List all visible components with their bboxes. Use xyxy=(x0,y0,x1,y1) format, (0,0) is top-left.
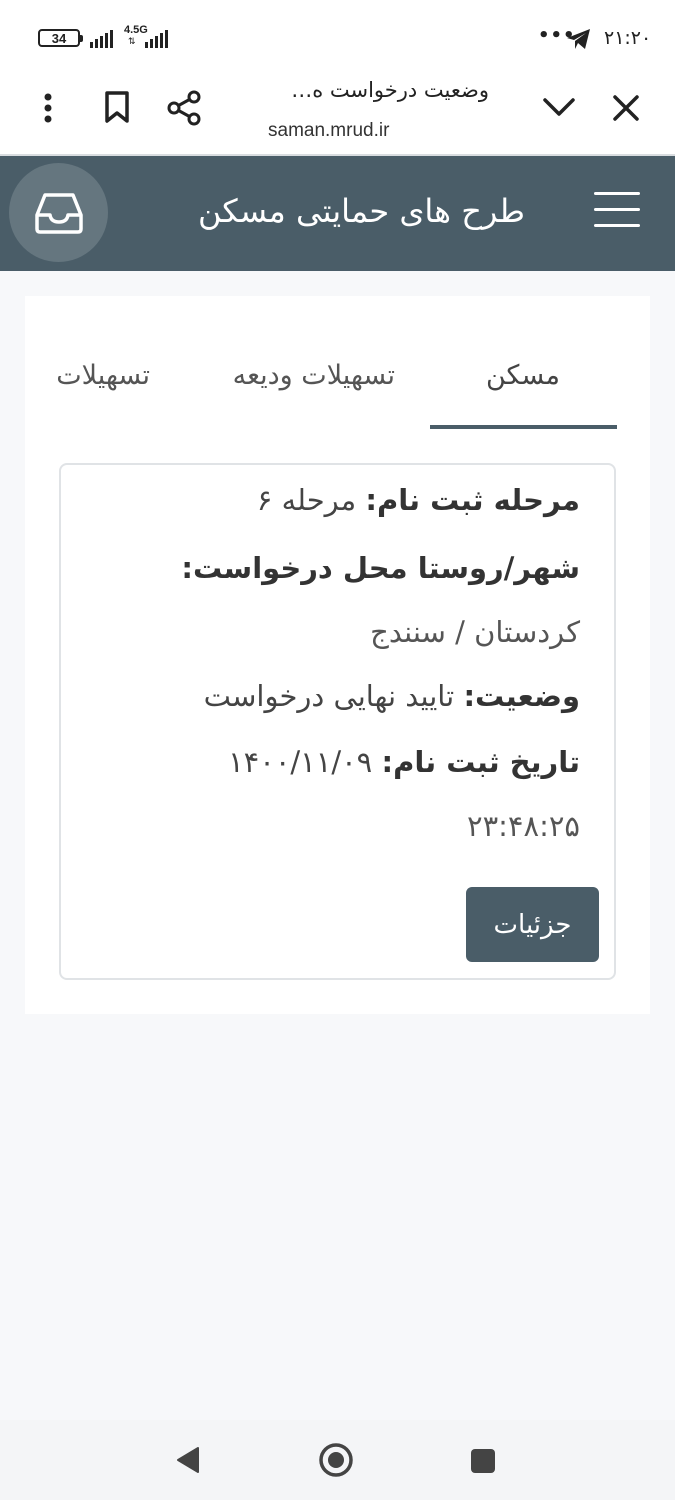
app-header: طرح های حمایتی مسکن xyxy=(0,156,675,271)
close-icon[interactable] xyxy=(608,90,644,126)
status-value: تایید نهایی درخواست xyxy=(203,679,455,713)
inbox-icon xyxy=(34,192,83,234)
time-value: ۲۳:۴۸:۲۵ xyxy=(467,809,580,843)
stage-label: مرحله ثبت نام: xyxy=(365,483,580,517)
tab-bar: مسکن تسهیلات ودیعه تسهیلات xyxy=(25,296,650,431)
tab-deposit-loans[interactable]: تسهیلات ودیعه xyxy=(233,360,395,391)
back-icon[interactable] xyxy=(172,1442,204,1478)
stage-row: مرحله ثبت نام: مرحله ۶ xyxy=(257,483,580,517)
app-title: طرح های حمایتی مسکن xyxy=(198,192,525,230)
page-title: وضعیت درخواست ه… xyxy=(291,78,489,102)
status-time: ۲۱:۲۰ xyxy=(604,27,652,49)
date-label: تاریخ ثبت نام: xyxy=(381,745,580,779)
status-bar: 34 4.5G ⇅ ••• ۲۱:۲۰ xyxy=(0,0,675,76)
kebab-menu-icon[interactable] xyxy=(30,90,66,126)
telegram-icon xyxy=(567,29,590,49)
browser-toolbar: وضعیت درخواست ه… saman.mrud.ir xyxy=(0,76,675,156)
data-arrows-icon: ⇅ xyxy=(128,37,136,47)
city-label: شهر/روستا محل درخواست: xyxy=(181,551,580,585)
tab-maskan[interactable]: مسکن xyxy=(486,360,560,391)
inbox-button[interactable] xyxy=(9,163,108,262)
home-icon[interactable] xyxy=(316,1440,356,1480)
date-value: ۱۴۰۰/۱۱/۰۹ xyxy=(228,745,373,779)
main-card: مسکن تسهیلات ودیعه تسهیلات مرحله ثبت نام… xyxy=(25,296,650,1014)
status-label: وضعیت: xyxy=(463,679,580,713)
page-url[interactable]: saman.mrud.ir xyxy=(268,120,389,142)
navigation-bar xyxy=(0,1420,675,1500)
status-row: وضعیت: تایید نهایی درخواست xyxy=(204,679,580,713)
city-value: کردستان / سنندج xyxy=(370,615,580,649)
hamburger-icon[interactable] xyxy=(594,192,640,228)
recents-icon[interactable] xyxy=(466,1444,500,1478)
date-row: تاریخ ثبت نام: ۱۴۰۰/۱۱/۰۹ xyxy=(228,745,580,779)
tab-loans[interactable]: تسهیلات xyxy=(50,360,150,391)
request-info-box: مرحله ثبت نام: مرحله ۶ شهر/روستا محل درخ… xyxy=(59,463,616,980)
active-tab-indicator xyxy=(430,425,617,429)
bookmark-icon[interactable] xyxy=(100,89,134,125)
stage-value: مرحله ۶ xyxy=(256,483,357,517)
share-icon[interactable] xyxy=(164,88,204,128)
signal-icon-2 xyxy=(145,28,168,48)
city-row: شهر/روستا محل درخواست: xyxy=(181,551,580,585)
battery-level: 34 xyxy=(51,30,67,46)
chevron-down-icon[interactable] xyxy=(540,90,578,124)
signal-icon xyxy=(90,28,113,48)
battery-icon: 34 xyxy=(38,29,83,47)
details-button[interactable]: جزئیات xyxy=(466,887,599,962)
